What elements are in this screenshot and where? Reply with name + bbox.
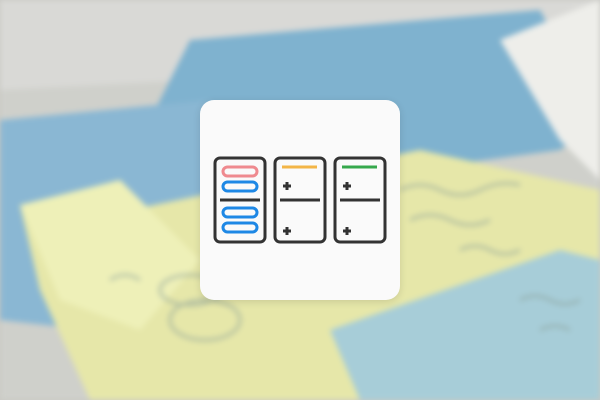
app-tile-screen bbox=[0, 0, 600, 400]
app-icon-card[interactable] bbox=[200, 100, 400, 300]
column-2 bbox=[273, 156, 327, 244]
kanban-board-icon bbox=[213, 156, 387, 244]
column-3 bbox=[333, 156, 387, 244]
column-1 bbox=[213, 156, 267, 244]
